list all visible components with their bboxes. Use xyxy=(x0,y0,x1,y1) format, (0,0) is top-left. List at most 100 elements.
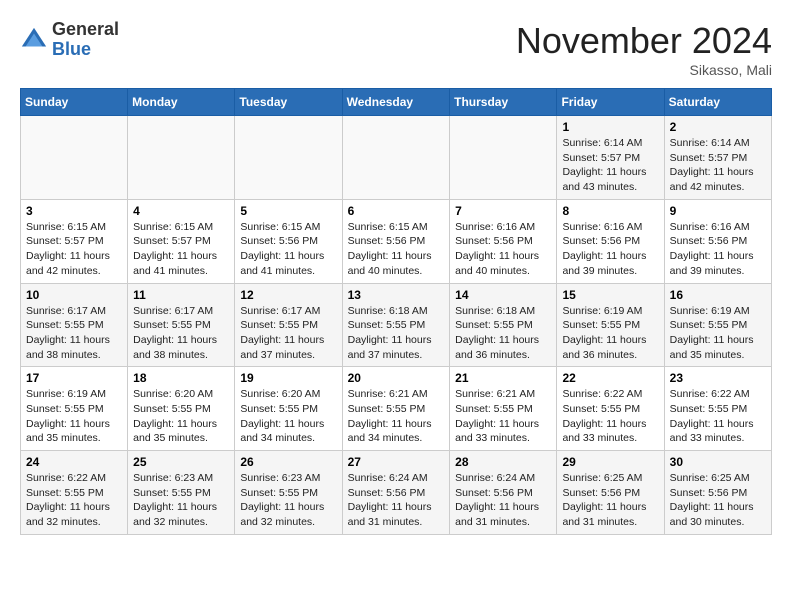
day-info: Sunrise: 6:15 AMSunset: 5:57 PMDaylight:… xyxy=(26,220,122,279)
day-number: 20 xyxy=(348,371,445,385)
day-info: Sunrise: 6:23 AMSunset: 5:55 PMDaylight:… xyxy=(133,471,229,530)
calendar-cell: 2 Sunrise: 6:14 AMSunset: 5:57 PMDaylight… xyxy=(664,116,771,200)
day-number: 26 xyxy=(240,455,336,469)
day-info: Sunrise: 6:20 AMSunset: 5:55 PMDaylight:… xyxy=(240,387,336,446)
day-info: Sunrise: 6:20 AMSunset: 5:55 PMDaylight:… xyxy=(133,387,229,446)
day-info: Sunrise: 6:17 AMSunset: 5:55 PMDaylight:… xyxy=(240,304,336,363)
month-title: November 2024 xyxy=(516,20,772,62)
day-number: 8 xyxy=(562,204,658,218)
calendar-cell: 10 Sunrise: 6:17 AMSunset: 5:55 PMDayligh… xyxy=(21,283,128,367)
calendar-cell: 11 Sunrise: 6:17 AMSunset: 5:55 PMDayligh… xyxy=(128,283,235,367)
day-info: Sunrise: 6:17 AMSunset: 5:55 PMDaylight:… xyxy=(133,304,229,363)
day-number: 11 xyxy=(133,288,229,302)
calendar-cell: 7 Sunrise: 6:16 AMSunset: 5:56 PMDaylight… xyxy=(450,199,557,283)
day-number: 22 xyxy=(562,371,658,385)
day-number: 28 xyxy=(455,455,551,469)
day-info: Sunrise: 6:19 AMSunset: 5:55 PMDaylight:… xyxy=(670,304,766,363)
day-info: Sunrise: 6:22 AMSunset: 5:55 PMDaylight:… xyxy=(26,471,122,530)
logo-text: General Blue xyxy=(52,20,119,60)
calendar-cell: 26Sunrise: 6:23 AMSunset: 5:55 PMDayligh… xyxy=(235,451,342,535)
day-number: 3 xyxy=(26,204,122,218)
page-header: General Blue November 2024 Sikasso, Mali xyxy=(20,20,772,78)
day-number: 7 xyxy=(455,204,551,218)
weekday-header: Monday xyxy=(128,89,235,116)
calendar-cell: 15Sunrise: 6:19 AMSunset: 5:55 PMDayligh… xyxy=(557,283,664,367)
calendar-cell: 21 Sunrise: 6:21 AMSunset: 5:55 PMDayligh… xyxy=(450,367,557,451)
day-number: 2 xyxy=(670,120,766,134)
calendar-week-row: 10 Sunrise: 6:17 AMSunset: 5:55 PMDayligh… xyxy=(21,283,772,367)
day-info: Sunrise: 6:19 AMSunset: 5:55 PMDaylight:… xyxy=(26,387,122,446)
logo-blue: Blue xyxy=(52,40,119,60)
day-number: 12 xyxy=(240,288,336,302)
day-info: Sunrise: 6:14 AMSunset: 5:57 PMDaylight:… xyxy=(670,136,766,195)
day-number: 10 xyxy=(26,288,122,302)
calendar-cell: 27 Sunrise: 6:24 AMSunset: 5:56 PMDayligh… xyxy=(342,451,450,535)
day-info: Sunrise: 6:22 AMSunset: 5:55 PMDaylight:… xyxy=(670,387,766,446)
day-number: 17 xyxy=(26,371,122,385)
calendar-cell: 23 Sunrise: 6:22 AMSunset: 5:55 PMDayligh… xyxy=(664,367,771,451)
day-info: Sunrise: 6:15 AMSunset: 5:57 PMDaylight:… xyxy=(133,220,229,279)
calendar-cell: 29 Sunrise: 6:25 AMSunset: 5:56 PMDayligh… xyxy=(557,451,664,535)
calendar-cell: 9 Sunrise: 6:16 AMSunset: 5:56 PMDaylight… xyxy=(664,199,771,283)
weekday-header: Tuesday xyxy=(235,89,342,116)
day-number: 23 xyxy=(670,371,766,385)
calendar-cell: 8 Sunrise: 6:16 AMSunset: 5:56 PMDaylight… xyxy=(557,199,664,283)
calendar-cell: 17 Sunrise: 6:19 AMSunset: 5:55 PMDayligh… xyxy=(21,367,128,451)
day-number: 18 xyxy=(133,371,229,385)
calendar-week-row: 24 Sunrise: 6:22 AMSunset: 5:55 PMDayligh… xyxy=(21,451,772,535)
calendar-header-row: SundayMondayTuesdayWednesdayThursdayFrid… xyxy=(21,89,772,116)
day-number: 1 xyxy=(562,120,658,134)
calendar-cell: 14 Sunrise: 6:18 AMSunset: 5:55 PMDayligh… xyxy=(450,283,557,367)
calendar-cell xyxy=(342,116,450,200)
calendar-cell: 3 Sunrise: 6:15 AMSunset: 5:57 PMDaylight… xyxy=(21,199,128,283)
day-info: Sunrise: 6:18 AMSunset: 5:55 PMDaylight:… xyxy=(455,304,551,363)
day-number: 19 xyxy=(240,371,336,385)
day-number: 24 xyxy=(26,455,122,469)
calendar-cell: 1 Sunrise: 6:14 AMSunset: 5:57 PMDaylight… xyxy=(557,116,664,200)
day-info: Sunrise: 6:21 AMSunset: 5:55 PMDaylight:… xyxy=(455,387,551,446)
day-info: Sunrise: 6:17 AMSunset: 5:55 PMDaylight:… xyxy=(26,304,122,363)
calendar-cell: 6Sunrise: 6:15 AMSunset: 5:56 PMDaylight… xyxy=(342,199,450,283)
calendar-cell xyxy=(235,116,342,200)
calendar-cell: 25 Sunrise: 6:23 AMSunset: 5:55 PMDayligh… xyxy=(128,451,235,535)
calendar-cell xyxy=(450,116,557,200)
day-number: 27 xyxy=(348,455,445,469)
day-number: 15 xyxy=(562,288,658,302)
calendar-cell: 13Sunrise: 6:18 AMSunset: 5:55 PMDayligh… xyxy=(342,283,450,367)
day-number: 4 xyxy=(133,204,229,218)
calendar-cell: 18 Sunrise: 6:20 AMSunset: 5:55 PMDayligh… xyxy=(128,367,235,451)
calendar-cell: 28 Sunrise: 6:24 AMSunset: 5:56 PMDayligh… xyxy=(450,451,557,535)
weekday-header: Saturday xyxy=(664,89,771,116)
calendar-cell: 4 Sunrise: 6:15 AMSunset: 5:57 PMDaylight… xyxy=(128,199,235,283)
calendar-cell: 20 Sunrise: 6:21 AMSunset: 5:55 PMDayligh… xyxy=(342,367,450,451)
day-info: Sunrise: 6:18 AMSunset: 5:55 PMDaylight:… xyxy=(348,304,445,363)
day-number: 5 xyxy=(240,204,336,218)
title-block: November 2024 Sikasso, Mali xyxy=(516,20,772,78)
logo: General Blue xyxy=(20,20,119,60)
day-number: 30 xyxy=(670,455,766,469)
day-info: Sunrise: 6:15 AMSunset: 5:56 PMDaylight:… xyxy=(240,220,336,279)
day-info: Sunrise: 6:14 AMSunset: 5:57 PMDaylight:… xyxy=(562,136,658,195)
day-info: Sunrise: 6:25 AMSunset: 5:56 PMDaylight:… xyxy=(562,471,658,530)
location: Sikasso, Mali xyxy=(516,62,772,78)
day-info: Sunrise: 6:16 AMSunset: 5:56 PMDaylight:… xyxy=(562,220,658,279)
day-number: 21 xyxy=(455,371,551,385)
day-info: Sunrise: 6:24 AMSunset: 5:56 PMDaylight:… xyxy=(455,471,551,530)
day-number: 29 xyxy=(562,455,658,469)
day-number: 25 xyxy=(133,455,229,469)
day-info: Sunrise: 6:24 AMSunset: 5:56 PMDaylight:… xyxy=(348,471,445,530)
day-number: 6 xyxy=(348,204,445,218)
day-info: Sunrise: 6:21 AMSunset: 5:55 PMDaylight:… xyxy=(348,387,445,446)
calendar-cell: 16Sunrise: 6:19 AMSunset: 5:55 PMDayligh… xyxy=(664,283,771,367)
day-info: Sunrise: 6:16 AMSunset: 5:56 PMDaylight:… xyxy=(455,220,551,279)
weekday-header: Thursday xyxy=(450,89,557,116)
calendar-cell: 24 Sunrise: 6:22 AMSunset: 5:55 PMDayligh… xyxy=(21,451,128,535)
calendar-cell: 19 Sunrise: 6:20 AMSunset: 5:55 PMDayligh… xyxy=(235,367,342,451)
calendar-cell xyxy=(21,116,128,200)
calendar-cell: 22Sunrise: 6:22 AMSunset: 5:55 PMDayligh… xyxy=(557,367,664,451)
calendar-cell: 30Sunrise: 6:25 AMSunset: 5:56 PMDayligh… xyxy=(664,451,771,535)
day-number: 14 xyxy=(455,288,551,302)
logo-general: General xyxy=(52,20,119,40)
day-info: Sunrise: 6:16 AMSunset: 5:56 PMDaylight:… xyxy=(670,220,766,279)
day-number: 9 xyxy=(670,204,766,218)
